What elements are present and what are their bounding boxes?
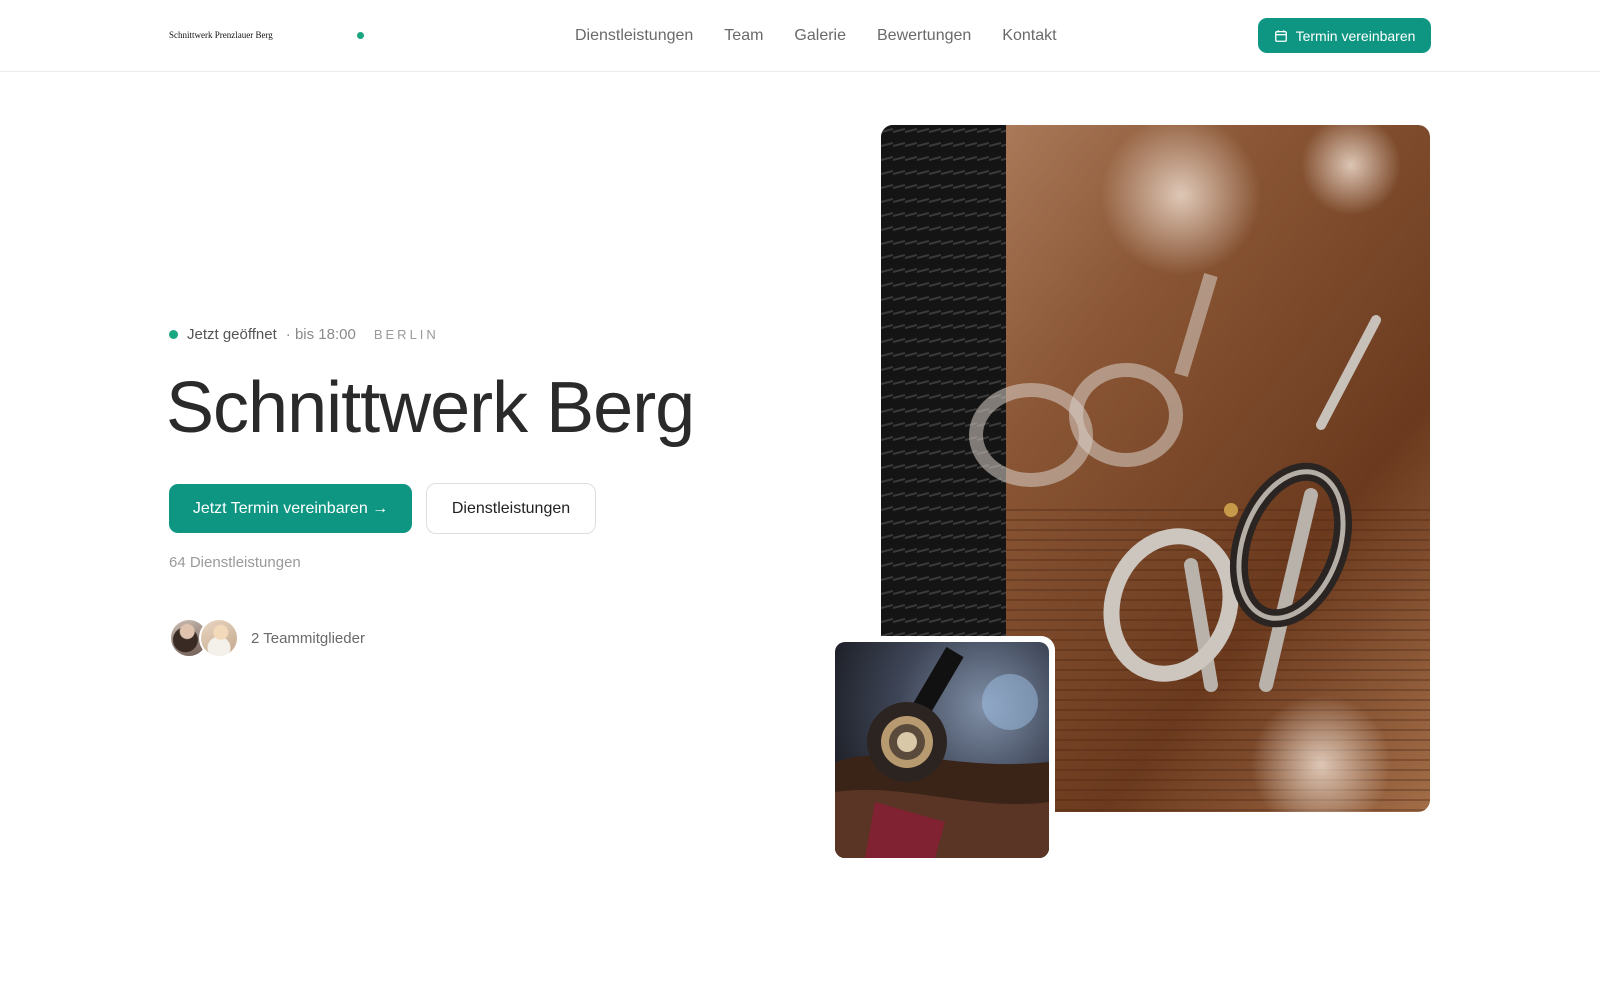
city-label: BERLIN — [373, 327, 439, 342]
nav-link-kontakt[interactable]: Kontakt — [1002, 25, 1056, 47]
main-nav: Dienstleistungen Team Galerie Bewertunge… — [575, 25, 1057, 47]
header-booking-label: Termin vereinbaren — [1295, 27, 1416, 44]
logo-text[interactable]: Schnittwerk Prenzlauer Berg — [169, 30, 273, 40]
opening-status: Jetzt geöffnet · bis 18:00 BERLIN — [169, 326, 439, 343]
open-status-dot — [169, 330, 178, 339]
team-summary[interactable]: 2 Teammitglieder — [169, 618, 365, 658]
opening-hours: · bis 18:00 — [285, 326, 356, 343]
open-status-text: Jetzt geöffnet — [187, 326, 277, 343]
services-button[interactable]: Dienstleistungen — [426, 483, 596, 534]
avatar — [199, 618, 239, 658]
services-count: 64 Dienstleistungen — [169, 554, 301, 571]
team-count-label: 2 Teammitglieder — [251, 629, 365, 647]
calendar-icon — [1274, 29, 1287, 42]
book-appointment-button[interactable]: Jetzt Termin vereinbaren → — [169, 484, 412, 533]
logo-dot — [357, 32, 364, 39]
nav-link-galerie[interactable]: Galerie — [794, 25, 846, 47]
nav-link-bewertungen[interactable]: Bewertungen — [877, 25, 971, 47]
nav-link-team[interactable]: Team — [724, 25, 763, 47]
header-booking-button[interactable]: Termin vereinbaren — [1258, 18, 1431, 53]
nav-link-dienstleistungen[interactable]: Dienstleistungen — [575, 25, 693, 47]
site-header: Schnittwerk Prenzlauer Berg Dienstleistu… — [0, 0, 1600, 72]
hair-brush-image — [835, 642, 1049, 858]
hero-title: Schnittwerk Berg — [166, 368, 695, 448]
